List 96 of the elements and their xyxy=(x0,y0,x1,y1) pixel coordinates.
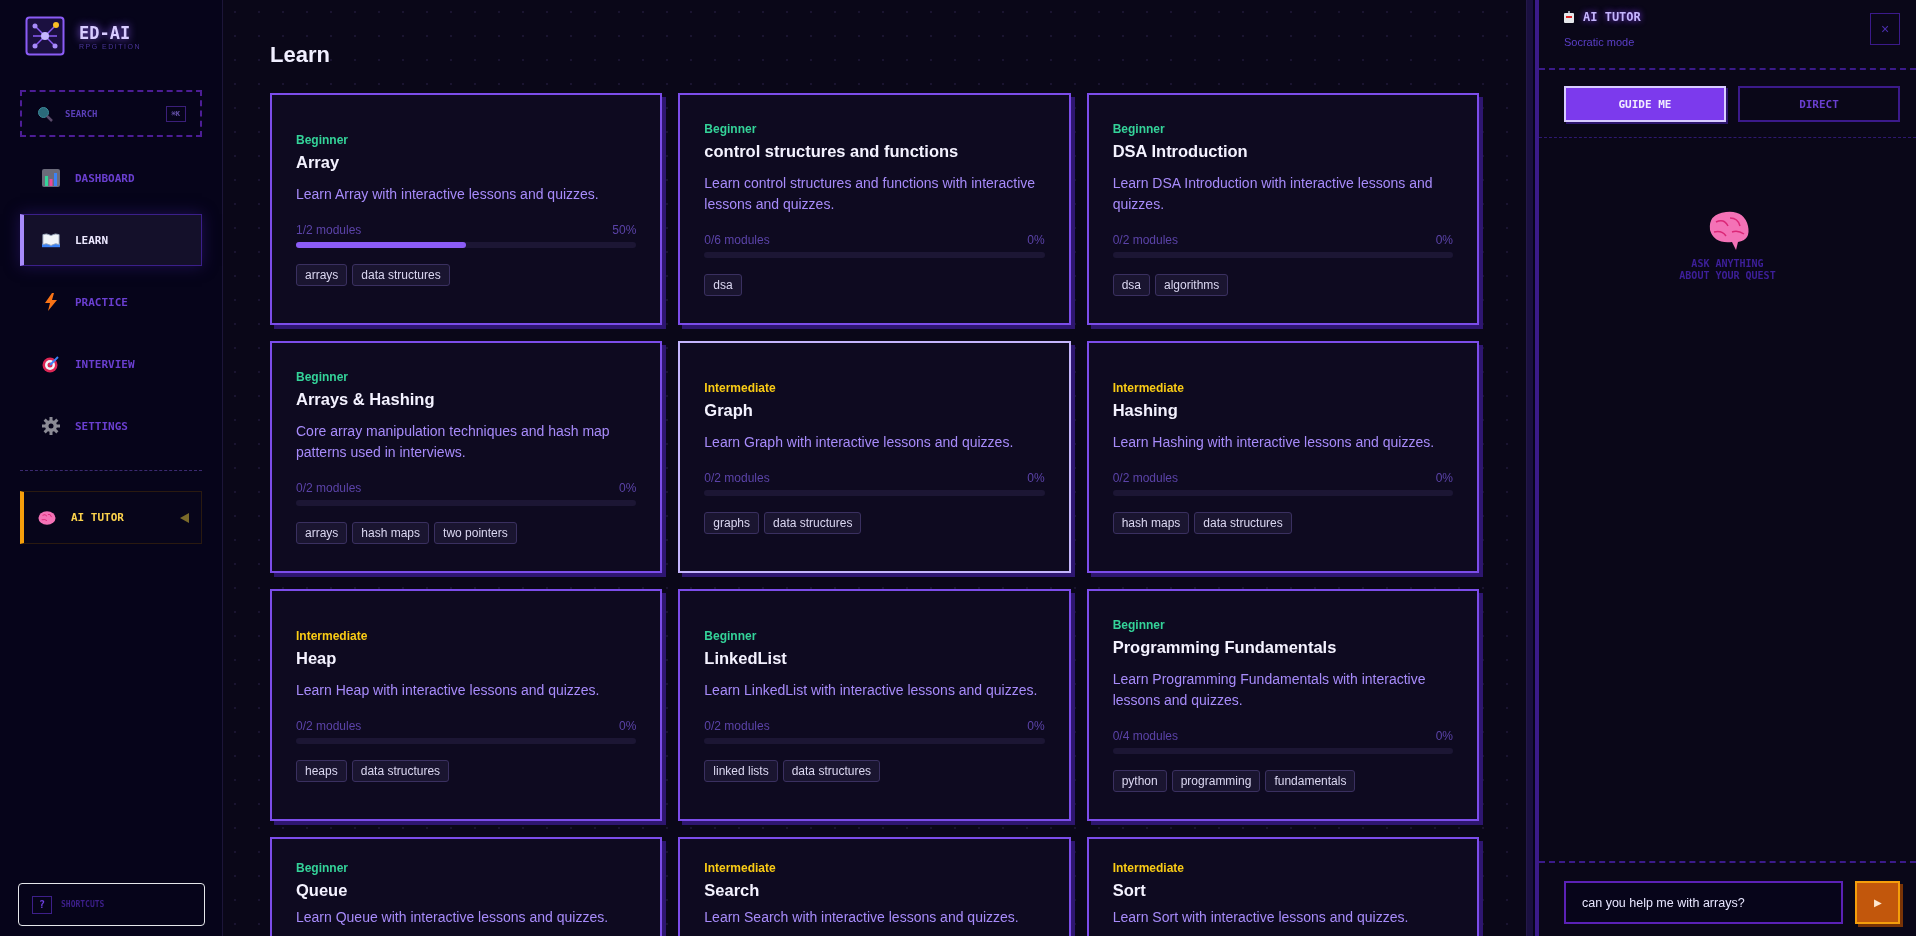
course-description: Learn Graph with interactive lessons and quizzes. xyxy=(704,432,1015,452)
progress-percent: 0% xyxy=(1027,233,1045,247)
modules-count: 0/2 modules xyxy=(704,470,770,485)
course-title: LinkedList xyxy=(704,648,788,668)
tag: graphs xyxy=(704,511,760,534)
course-description: Learn Array with interactive lessons and quizzes. xyxy=(296,184,600,204)
progress-percent: 0% xyxy=(619,718,637,733)
settings-icon xyxy=(42,417,60,435)
course-title: Hashing xyxy=(1112,400,1179,420)
ai-tutor-button[interactable]: AI TUTOR xyxy=(20,491,202,544)
target-icon xyxy=(42,355,60,373)
panel-title: AI TUTOR xyxy=(1583,10,1641,24)
course-description: Learn DSA Introduction with interactive lessons and quizzes. xyxy=(1112,174,1434,214)
progress-percent: 0% xyxy=(619,481,637,495)
progress-percent: 0% xyxy=(1027,470,1045,485)
course-title: Search xyxy=(704,881,761,900)
lightning-icon xyxy=(42,293,60,311)
tag: data structures xyxy=(352,263,450,286)
mode-tab[interactable]: GUIDE ME xyxy=(1564,86,1726,122)
course-title: Arrays & Hashing xyxy=(296,390,436,409)
page-title: Learn xyxy=(270,42,331,68)
tag: hash maps xyxy=(1112,511,1190,534)
brain-icon xyxy=(38,509,56,526)
course-card[interactable]: Beginner Queue Learn Queue with interactive lessons and quizzes. xyxy=(270,837,663,936)
brand-name: ED-AI xyxy=(79,22,132,43)
modules-count: 0/4 modules xyxy=(1112,729,1179,743)
tag: dsa xyxy=(704,274,742,296)
difficulty-label: Beginner xyxy=(296,132,349,147)
tag: heaps xyxy=(296,759,347,782)
nav-item[interactable]: LEARN xyxy=(20,214,202,266)
empty-state-text: ASK ANYTHING ABOUT YOUR QUEST xyxy=(1679,258,1776,282)
tag: dsa xyxy=(1112,274,1150,296)
course-description: Learn Hashing with interactive lessons and quizzes. xyxy=(1112,432,1436,452)
progress-percent: 0% xyxy=(1435,470,1453,485)
course-title: Sort xyxy=(1112,881,1147,900)
difficulty-label: Intermediate xyxy=(704,380,777,395)
course-description: Learn control structures and functions with interactive lessons and quizzes. xyxy=(704,174,1037,214)
modules-count: 0/2 modules xyxy=(1112,470,1179,485)
search-icon xyxy=(37,105,53,122)
modules-count: 1/2 modules xyxy=(296,222,362,237)
progress-percent: 0% xyxy=(1435,233,1453,247)
robot-icon xyxy=(1564,11,1574,23)
tag: algorithms xyxy=(1155,274,1229,296)
course-title: DSA Introduction xyxy=(1112,142,1249,161)
progress-percent: 0% xyxy=(1435,729,1453,743)
tag: arrays xyxy=(296,263,348,286)
course-description: Learn LinkedList with interactive lessons and quizzes. xyxy=(704,680,1039,700)
mode-subtitle: Socratic mode xyxy=(1564,36,1636,48)
difficulty-label: Beginner xyxy=(296,370,349,384)
difficulty-label: Intermediate xyxy=(1112,380,1185,395)
difficulty-label: Beginner xyxy=(704,122,758,136)
difficulty-label: Beginner xyxy=(296,861,349,875)
modules-count: 0/2 modules xyxy=(704,718,770,733)
difficulty-label: Intermediate xyxy=(296,628,369,643)
tag: programming xyxy=(1171,770,1261,792)
help-icon: ? xyxy=(32,895,52,914)
send-button[interactable]: ▶ xyxy=(1855,881,1900,924)
tag: two pointers xyxy=(434,522,517,544)
course-title: Array xyxy=(296,152,341,172)
course-title: Heap xyxy=(296,648,338,668)
course-description: Learn Search with interactive lessons and quizzes. xyxy=(704,908,1020,926)
modules-count: 0/6 modules xyxy=(704,233,770,247)
course-description: Learn Heap with interactive lessons and quizzes. xyxy=(296,680,601,700)
progress-percent: 0% xyxy=(1027,718,1045,733)
course-description: Learn Queue with interactive lessons and quizzes. xyxy=(296,908,610,926)
difficulty-label: Intermediate xyxy=(1112,861,1185,875)
tag: fundamentals xyxy=(1265,770,1356,792)
message-input[interactable]: can you help me with arrays? xyxy=(1564,881,1843,924)
book-icon xyxy=(42,232,60,248)
difficulty-label: Beginner xyxy=(1112,618,1166,632)
course-title: Queue xyxy=(296,881,349,900)
network-logo-icon xyxy=(25,16,65,56)
course-title: control structures and functions xyxy=(704,142,960,161)
difficulty-label: Beginner xyxy=(1112,122,1166,136)
course-description: Learn Sort with interactive lessons and quizzes. xyxy=(1112,908,1410,926)
course-description: Learn Programming Fundamentals with interactive lessons and quizzes. xyxy=(1112,670,1427,710)
tag: data structures xyxy=(351,759,450,782)
course-description: Core array manipulation techniques and hash map patterns used in interviews. xyxy=(296,422,611,462)
tag: data structures xyxy=(782,759,881,782)
progress-percent: 50% xyxy=(612,222,637,237)
tag: linked lists xyxy=(704,759,778,782)
modules-count: 0/2 modules xyxy=(296,718,362,733)
tag: hash maps xyxy=(352,522,430,544)
course-title: Graph xyxy=(704,400,754,420)
modules-count: 0/2 modules xyxy=(296,481,362,495)
tag: data structures xyxy=(764,511,862,534)
bar-chart-icon xyxy=(42,169,60,187)
caret-icon xyxy=(180,512,189,523)
tag: arrays xyxy=(296,522,348,544)
difficulty-label: Intermediate xyxy=(704,861,777,875)
tag: data structures xyxy=(1194,511,1292,534)
difficulty-label: Beginner xyxy=(704,628,758,643)
scrollbar[interactable] xyxy=(1526,0,1533,936)
course-title: Programming Fundamentals xyxy=(1112,638,1338,657)
tag: python xyxy=(1112,770,1167,792)
modules-count: 0/2 modules xyxy=(1112,233,1179,247)
